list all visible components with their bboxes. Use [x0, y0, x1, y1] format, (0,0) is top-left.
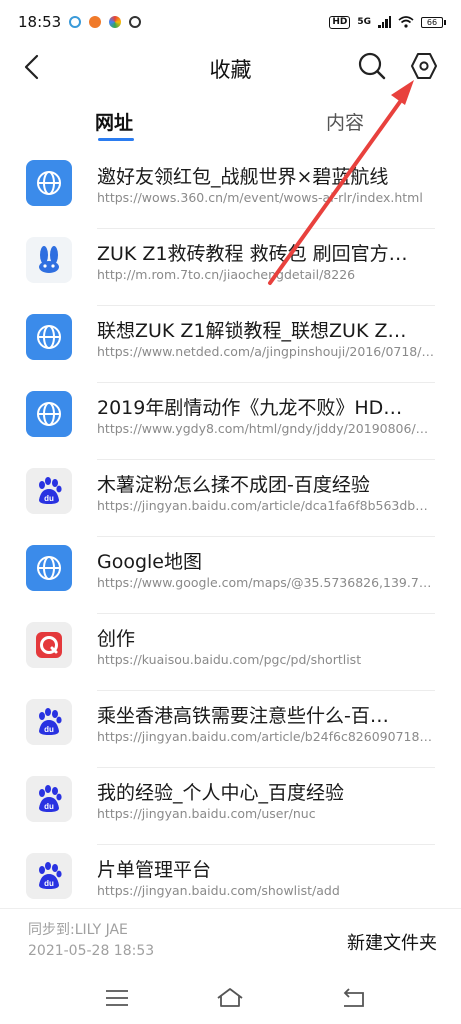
item-title: 片单管理平台 — [97, 859, 212, 881]
item-title: 木薯淀粉怎么揉不成团-百度经验 — [97, 474, 370, 496]
globe-icon — [26, 160, 72, 206]
battery-icon: 66 — [421, 16, 446, 28]
wifi-icon — [398, 16, 414, 28]
item-title: 我的经验_个人中心_百度经验 — [97, 782, 345, 804]
favorites-list: 邀好友领红包_战舰世界×碧蓝航线 https://wows.360.cn/m/e… — [0, 152, 461, 922]
status-left: 18:53 — [18, 13, 142, 31]
signal-icon — [378, 16, 391, 28]
notification-icon — [89, 16, 102, 28]
item-url: https://jingyan.baidu.com/user/nuc — [97, 806, 316, 821]
sync-account-label: 同步到:LILY JAE — [28, 922, 128, 938]
baidu-paw-icon: du — [26, 468, 72, 514]
tab-bar: 网址 内容 — [0, 102, 461, 150]
sync-date: 2021-05-28 18:53 — [28, 943, 155, 959]
item-title: 联想ZUK Z1解锁教程_联想ZUK Z… — [97, 320, 407, 342]
list-item[interactable]: Google地图 https://www.google.com/maps/@35… — [0, 537, 461, 614]
item-url: https://kuaisou.baidu.com/pgc/pd/shortli… — [97, 652, 362, 667]
list-item[interactable]: 邀好友领红包_战舰世界×碧蓝航线 https://wows.360.cn/m/e… — [0, 152, 461, 229]
notification-icon — [129, 16, 142, 28]
item-title: Google地图 — [97, 551, 203, 573]
item-url: https://www.netded.com/a/jingpinshouji/2… — [97, 344, 434, 359]
svg-text:du: du — [44, 494, 54, 503]
item-title: ZUK Z1救砖教程 救砖包 刷回官方… — [97, 243, 408, 265]
settings-hexagon-icon[interactable] — [408, 50, 440, 82]
tab-content[interactable]: 内容 — [326, 108, 364, 135]
item-url: https://jingyan.baidu.com/article/dca1fa… — [97, 498, 435, 513]
baidu-paw-icon: du — [26, 699, 72, 745]
list-item[interactable]: 联想ZUK Z1解锁教程_联想ZUK Z… https://www.netded… — [0, 306, 461, 383]
network-type: 5G — [357, 17, 371, 27]
title-bar: 收藏 — [0, 44, 461, 90]
kuaisou-icon — [26, 622, 72, 668]
item-title: 创作 — [97, 628, 136, 650]
tab-urls[interactable]: 网址 — [95, 108, 133, 135]
globe-icon — [26, 314, 72, 360]
list-item[interactable]: 2019年剧情动作《九龙不败》HD… https://www.ygdy8.com… — [0, 383, 461, 460]
item-url: https://www.ygdy8.com/html/gndy/jddy/201… — [97, 421, 429, 436]
item-url: https://wows.360.cn/m/event/wows-al-rlr/… — [97, 190, 423, 205]
back-nav-icon[interactable] — [338, 985, 368, 1011]
svg-text:du: du — [44, 725, 54, 734]
list-item[interactable]: du 木薯淀粉怎么揉不成团-百度经验 https://jingyan.baidu… — [0, 460, 461, 537]
status-right: HD 5G 66 — [329, 15, 446, 29]
footer-bar: 同步到:LILY JAE 2021-05-28 18:53 新建文件夹 — [0, 908, 461, 969]
menu-icon[interactable] — [102, 985, 132, 1011]
active-tab-indicator — [98, 138, 134, 141]
status-time: 18:53 — [18, 13, 62, 31]
list-item[interactable]: du 乘坐香港高铁需要注意些什么-百… https://jingyan.baid… — [0, 691, 461, 768]
notification-icon — [109, 16, 122, 28]
zuk-rabbit-icon — [26, 237, 72, 283]
page-title: 收藏 — [209, 58, 252, 82]
baidu-paw-icon: du — [26, 776, 72, 822]
home-icon[interactable] — [215, 985, 245, 1011]
item-title: 邀好友领红包_战舰世界×碧蓝航线 — [97, 166, 389, 188]
notification-icon — [69, 16, 82, 28]
new-folder-button[interactable]: 新建文件夹 — [347, 929, 437, 955]
list-item[interactable]: ZUK Z1救砖教程 救砖包 刷回官方… http://m.rom.7to.cn… — [0, 229, 461, 306]
svg-text:du: du — [44, 802, 54, 811]
item-title: 2019年剧情动作《九龙不败》HD… — [97, 397, 403, 419]
baidu-paw-icon: du — [26, 853, 72, 899]
svg-text:du: du — [44, 879, 54, 888]
list-item[interactable]: 创作 https://kuaisou.baidu.com/pgc/pd/shor… — [0, 614, 461, 691]
globe-icon — [26, 391, 72, 437]
item-url: http://m.rom.7to.cn/jiaochengdetail/8226 — [97, 267, 356, 282]
battery-level: 66 — [426, 17, 438, 27]
item-title: 乘坐香港高铁需要注意些什么-百… — [97, 705, 389, 727]
search-icon[interactable] — [356, 50, 388, 82]
globe-icon — [26, 545, 72, 591]
item-url: https://jingyan.baidu.com/showlist/add — [97, 883, 340, 898]
list-item[interactable]: du 我的经验_个人中心_百度经验 https://jingyan.baidu.… — [0, 768, 461, 845]
hd-icon: HD — [329, 15, 351, 29]
item-url: https://www.google.com/maps/@35.5736826,… — [97, 575, 432, 590]
system-nav-bar — [0, 975, 461, 1024]
status-bar: 18:53 HD 5G 66 — [0, 0, 461, 44]
item-url: https://jingyan.baidu.com/article/b24f6c… — [97, 729, 435, 744]
